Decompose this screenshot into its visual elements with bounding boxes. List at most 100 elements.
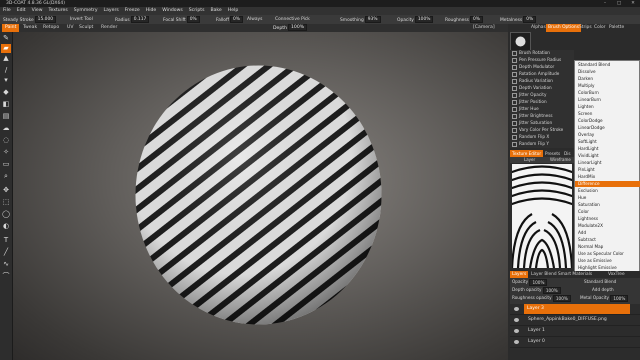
blend-option[interactable]: Use as Specular Color — [578, 251, 636, 257]
focal-shift-field[interactable]: 0% — [186, 16, 200, 23]
blend-option[interactable]: Add — [578, 230, 636, 236]
blend-option[interactable]: Screen — [578, 111, 636, 117]
eye-icon[interactable] — [514, 329, 519, 333]
tab-voxtree[interactable]: VoxTree — [606, 271, 627, 278]
brush-option-item[interactable]: Depth Modulator — [512, 64, 554, 70]
roughness-opacity-field[interactable]: 100% — [552, 294, 571, 302]
tab-texture-editor[interactable]: Texture Editor — [510, 150, 544, 157]
tab-alphas[interactable]: Alphas — [529, 24, 548, 32]
blend-option[interactable]: Use as Emissive — [578, 258, 636, 264]
transform-icon[interactable]: ✥ — [1, 186, 11, 195]
focal-shift-option[interactable]: Focal Shift 0% — [163, 16, 200, 23]
brush-alpha-thumbnail[interactable] — [510, 32, 531, 51]
tab-palette[interactable]: Palette — [607, 24, 626, 32]
menu-symmetry[interactable]: Symmetry — [71, 7, 101, 15]
curve-icon[interactable]: ∿ — [1, 260, 11, 269]
blend-option[interactable]: SoftLight — [578, 139, 636, 145]
radius-option[interactable]: Radius 0.117 — [115, 16, 150, 23]
menu-windows[interactable]: Windows — [159, 7, 186, 15]
layer-opacity-field[interactable]: 100% — [529, 278, 548, 286]
falloff-field[interactable]: 0% — [229, 16, 243, 23]
menu-file[interactable]: File — [0, 7, 14, 15]
blend-option[interactable]: Modulate2X — [578, 223, 636, 229]
depth-opacity-field[interactable]: 100% — [542, 286, 561, 294]
tab-presets[interactable]: Presets — [543, 150, 562, 157]
tab-brush-options[interactable]: Brush Options — [546, 24, 582, 32]
tab-dis[interactable]: Dis — [562, 150, 573, 157]
blend-option[interactable]: Hue — [578, 195, 636, 201]
layer-opacity[interactable]: Opacity 100% — [512, 278, 548, 286]
brush-option-item[interactable]: Random Flip Y — [512, 141, 549, 147]
blend-option[interactable]: HardMix — [578, 174, 636, 180]
depth-field[interactable]: 100% — [288, 24, 308, 31]
text-icon[interactable]: T — [1, 236, 11, 245]
steady-stroke-option[interactable]: Steady Stroke 15.000 — [3, 16, 57, 23]
blend-option[interactable]: Dissolve — [578, 69, 636, 75]
tab-retopo[interactable]: Retopo — [40, 24, 62, 32]
gradient-icon[interactable]: ◐ — [1, 222, 11, 231]
roughness-opacity[interactable]: Roughness opacity 100% — [512, 294, 571, 302]
roughness-field[interactable]: 0% — [469, 16, 483, 23]
brush-option-item[interactable]: Radius Variation — [512, 78, 553, 84]
steady-stroke-field[interactable]: 15.000 — [34, 16, 57, 23]
blend-option[interactable]: Overlay — [578, 132, 636, 138]
pen-icon[interactable]: ✎ — [1, 34, 11, 43]
menu-scripts[interactable]: Scripts — [186, 7, 208, 15]
erase-icon[interactable]: ▭ — [1, 160, 11, 169]
connective-pick-toggle[interactable]: Connective Pick — [275, 16, 310, 23]
pencil-icon[interactable]: / — [1, 66, 11, 75]
radius-field[interactable]: 0.117 — [130, 16, 150, 23]
blend-option[interactable]: Saturation — [578, 202, 636, 208]
picker-icon[interactable]: ⌕ — [1, 172, 11, 181]
depth-option[interactable]: Depth 100% — [270, 24, 310, 32]
blend-option[interactable]: Subtract — [578, 237, 636, 243]
menu-bake[interactable]: Bake — [207, 7, 224, 15]
blend-option[interactable]: VividLight — [578, 153, 636, 159]
layer-row[interactable]: Layer 0 — [510, 337, 640, 348]
blend-mode-dropdown[interactable]: Standard Blend Dissolve Darken Multiply … — [574, 60, 640, 280]
metal-opacity-field[interactable]: 100% — [610, 294, 629, 302]
falloff-option[interactable]: Falloff 0% — [216, 16, 243, 23]
menu-help[interactable]: Help — [225, 7, 241, 15]
brush-option-item[interactable]: Depth Variation — [512, 85, 552, 91]
layer-row[interactable]: Layer 1 — [510, 326, 640, 337]
blend-option[interactable]: Normal Map — [578, 244, 636, 250]
sharpen-icon[interactable]: ✧ — [1, 148, 11, 157]
eye-icon[interactable] — [514, 307, 519, 311]
line-icon[interactable]: ╱ — [1, 248, 11, 257]
wireframe-toggle[interactable]: Wireframe — [550, 157, 571, 163]
menu-view[interactable]: View — [29, 7, 46, 15]
metal-opacity[interactable]: Metal Opacity 100% — [580, 294, 629, 302]
brush-option-item[interactable]: Jitter Brightness — [512, 113, 553, 119]
tab-tweak[interactable]: Tweak — [20, 24, 40, 32]
blend-option[interactable]: LinearLight — [578, 160, 636, 166]
always-dropdown[interactable]: Always — [247, 16, 262, 23]
brush-option-item[interactable]: Random Flip X — [512, 134, 549, 140]
blend-option[interactable]: Exclusion — [578, 188, 636, 194]
layer-row[interactable]: Sphere_AppinkBake0_DIFFUSE.png — [510, 315, 640, 326]
menu-textures[interactable]: Textures — [46, 7, 71, 15]
brush-option-item[interactable]: Jitter Position — [512, 99, 547, 105]
brush-option-item[interactable]: Vary Color Per Stroke — [512, 127, 563, 133]
close-button[interactable]: ✕ — [626, 0, 640, 7]
texture-preview[interactable] — [512, 164, 572, 268]
tab-color[interactable]: Color — [592, 24, 607, 32]
clone-icon[interactable]: ◧ — [1, 100, 11, 109]
tab-paint[interactable]: Paint — [2, 24, 20, 32]
brush-option-item[interactable]: Brush Rotation — [512, 50, 550, 56]
striped-sphere[interactable] — [135, 65, 382, 325]
blend-option[interactable]: ColorDodge — [578, 118, 636, 124]
viewport[interactable] — [13, 32, 508, 360]
select-icon[interactable]: ⬚ — [1, 198, 11, 207]
menu-hide[interactable]: Hide — [143, 7, 159, 15]
brush-option-item[interactable]: Jitter Opacity — [512, 92, 546, 98]
add-depth-dropdown[interactable]: Add depth — [592, 286, 614, 293]
blend-option[interactable]: Color — [578, 209, 636, 215]
layer-row[interactable]: Layer 3 — [510, 304, 640, 315]
lasso-icon[interactable]: ◯ — [1, 210, 11, 219]
opacity-option[interactable]: Opacity 100% — [397, 16, 434, 23]
fill-icon[interactable]: ◆ — [1, 88, 11, 97]
smudge-icon[interactable]: ☁ — [1, 124, 11, 133]
blend-option[interactable]: Standard Blend — [578, 62, 636, 68]
brush-option-item[interactable]: Jitter Saturation — [512, 120, 552, 126]
